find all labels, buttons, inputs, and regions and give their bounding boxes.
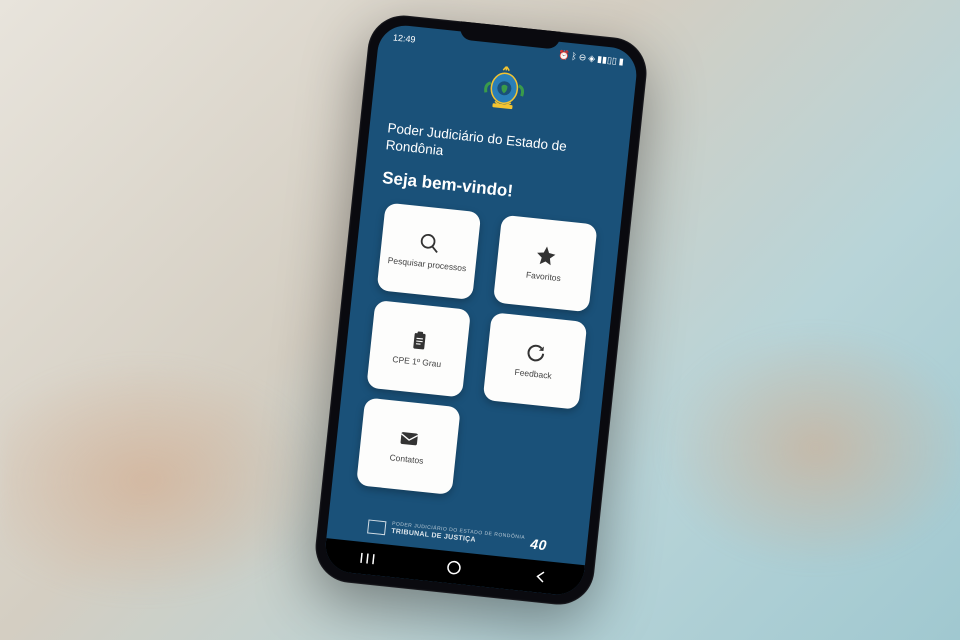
star-icon — [534, 243, 558, 267]
tile-search-processes[interactable]: Pesquisar processos — [376, 202, 481, 300]
tile-favorites[interactable]: Favoritos — [492, 214, 597, 312]
tile-cpe-1-grau[interactable]: CPE 1º Grau — [366, 300, 471, 398]
bluetooth-icon: ᛒ — [571, 51, 577, 62]
tile-feedback[interactable]: Feedback — [482, 312, 587, 410]
tile-label: Feedback — [510, 367, 556, 381]
tile-label: Favoritos — [521, 270, 565, 284]
tile-label: CPE 1º Grau — [388, 355, 446, 371]
org-title: Poder Judiciário do Estado de Rondônia — [385, 120, 611, 177]
tile-label: Pesquisar processos — [383, 255, 470, 274]
tile-label: Contatos — [385, 453, 428, 467]
phone-screen: 12:49 ⏰ ᛒ ⊖ ◈ ▮▮▯▯ ▮ — [323, 23, 639, 597]
footer-text: PODER JUDICIÁRIO DO ESTADO DE RONDÔNIA T… — [391, 522, 525, 549]
wifi-icon: ◈ — [588, 52, 596, 64]
battery-icon: ▮ — [618, 56, 624, 67]
alarm-icon: ⏰ — [558, 49, 570, 61]
refresh-icon — [523, 341, 547, 365]
tile-contacts[interactable]: Contatos — [356, 397, 461, 495]
mail-icon — [397, 426, 421, 450]
app-content: Poder Judiciário do Estado de Rondônia S… — [326, 45, 636, 565]
nav-recents-button[interactable] — [357, 548, 379, 570]
logo-area — [390, 55, 618, 128]
tile-grid: Pesquisar processos Favoritos CPE 1º Gra… — [350, 202, 602, 508]
crest-icon — [480, 64, 529, 118]
phone-frame: 12:49 ⏰ ᛒ ⊖ ◈ ▮▮▯▯ ▮ — [312, 12, 650, 608]
footer-building-icon — [367, 519, 386, 535]
search-icon — [417, 231, 441, 255]
nav-back-button[interactable] — [529, 566, 551, 588]
nav-home-button[interactable] — [443, 557, 465, 579]
status-time: 12:49 — [393, 32, 416, 44]
footer-anniversary-badge: 40 — [530, 536, 548, 554]
clipboard-icon — [407, 329, 431, 353]
dnd-icon: ⊖ — [578, 51, 587, 63]
signal-icon: ▮▮▯▯ — [597, 53, 618, 66]
